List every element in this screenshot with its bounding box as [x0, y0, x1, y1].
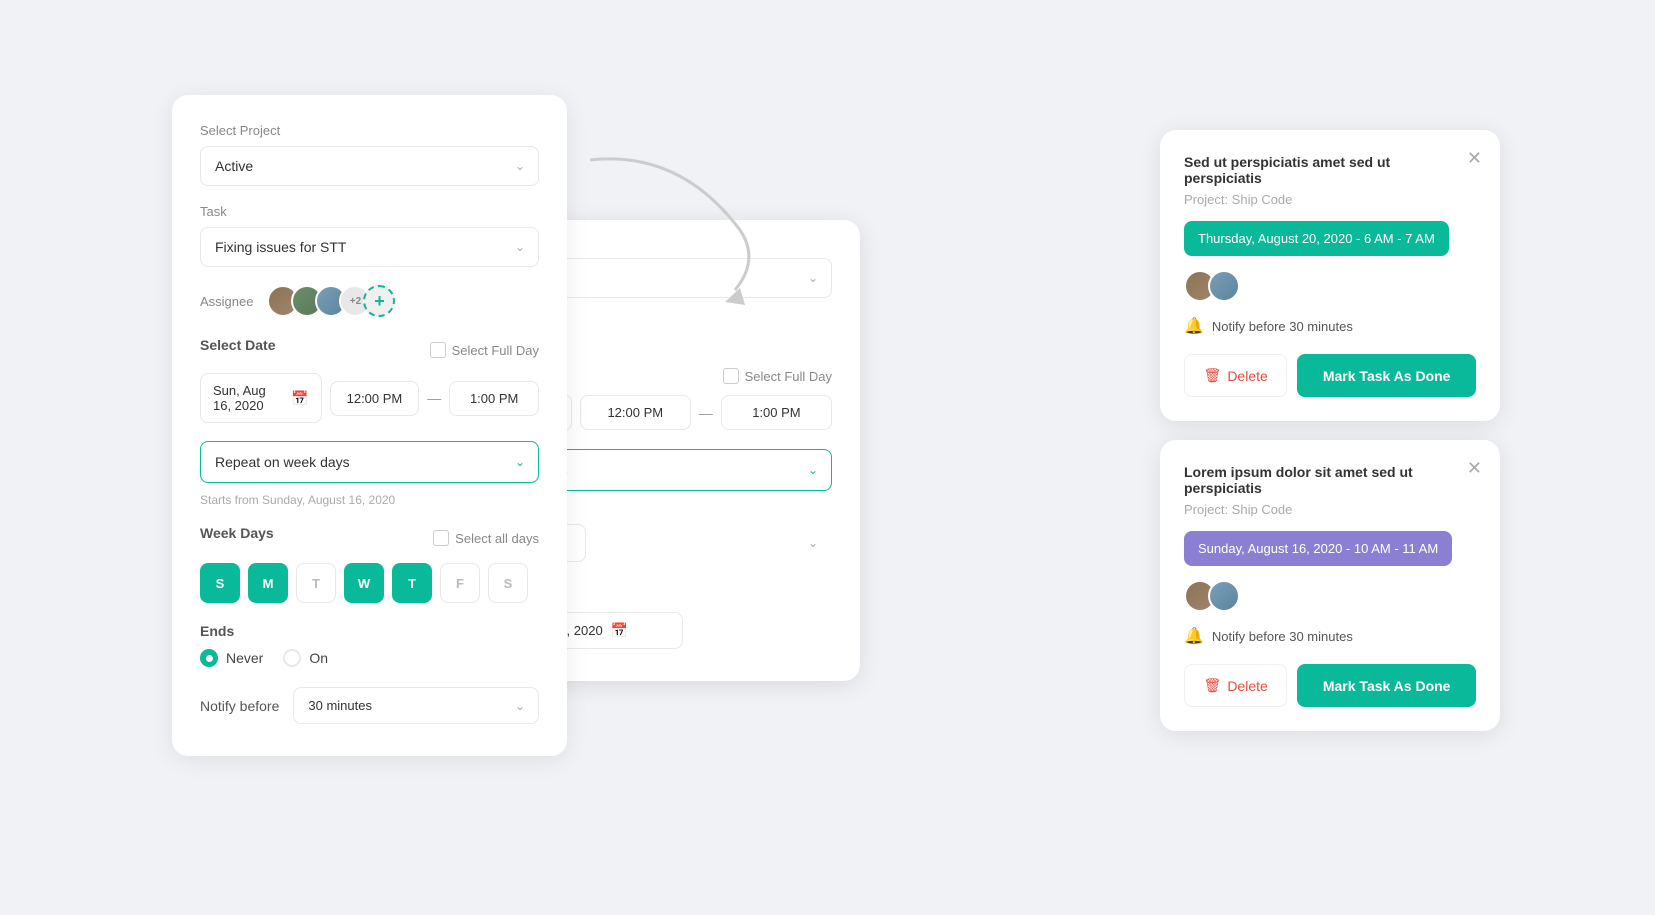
card-1-avatars [1184, 270, 1476, 302]
ends-section: Ends Never On [200, 623, 539, 667]
p2-time-end[interactable]: 1:00 PM [721, 395, 832, 430]
card-1-project: Project: Ship Code [1184, 192, 1476, 207]
card-2-project: Project: Ship Code [1184, 502, 1476, 517]
p2-dash: — [699, 405, 713, 421]
day-btn-wednesday[interactable]: W [344, 563, 384, 603]
p2-time-start-val: 12:00 PM [607, 405, 663, 420]
p2-full-day-label: Select Full Day [745, 369, 832, 384]
p2-on-cal-icon: 📅 [611, 622, 628, 639]
never-label: Never [226, 650, 263, 666]
card-1-date-badge: Thursday, August 20, 2020 - 6 AM - 7 AM [1184, 221, 1449, 256]
card-1-delete-button[interactable]: 🗑 Delete [1184, 354, 1287, 397]
never-option[interactable]: Never [200, 649, 263, 667]
task-card-2: ✕ Lorem ipsum dolor sit amet sed ut pers… [1160, 440, 1500, 731]
main-form-panel: Select Project Active ⌄ Task Fixing issu… [172, 95, 567, 756]
ends-row: Never On [200, 649, 539, 667]
date-section-title: Select Date [200, 337, 275, 353]
week-days-header: Week Days Select all days [200, 525, 539, 551]
day-btn-saturday[interactable]: S [488, 563, 528, 603]
week-days-section: Week Days Select all days S M T W T F S [200, 525, 539, 603]
project-select-wrapper: Active ⌄ [200, 146, 539, 186]
card-1-close-button[interactable]: ✕ [1467, 148, 1482, 169]
card-2-delete-button[interactable]: 🗑 Delete [1184, 664, 1287, 707]
time-end: 1:00 PM [470, 391, 518, 406]
card-2-mark-done-button[interactable]: Mark Task As Done [1297, 664, 1476, 707]
p2-full-day-box [723, 368, 739, 384]
card-1-mark-done-button[interactable]: Mark Task As Done [1297, 354, 1476, 397]
assignees-avatars: +2 + [267, 285, 395, 317]
notify-select-wrapper: 30 minutes ⌄ [293, 687, 539, 724]
ends-label: Ends [200, 623, 539, 639]
assignee-row: Assignee +2 + [200, 285, 539, 317]
card-2-date-badge: Sunday, August 16, 2020 - 10 AM - 11 AM [1184, 531, 1452, 566]
p2-full-day-checkbox[interactable]: Select Full Day [723, 368, 832, 384]
card-1-delete-icon: 🗑 [1204, 367, 1222, 384]
on-option[interactable]: On [283, 649, 328, 667]
card-1-title: Sed ut perspiciatis amet sed ut perspici… [1184, 154, 1476, 186]
card-2-delete-icon: 🗑 [1204, 677, 1222, 694]
full-day-checkbox[interactable]: Select Full Day [430, 342, 539, 358]
on-label: On [309, 650, 328, 666]
full-day-label: Select Full Day [452, 343, 539, 358]
card-1-bell-icon: 🔔 [1184, 316, 1204, 336]
never-radio [200, 649, 218, 667]
day-btn-thursday[interactable]: T [392, 563, 432, 603]
time-start-input[interactable]: 12:00 PM [330, 381, 420, 416]
day-btn-friday[interactable]: F [440, 563, 480, 603]
project-label: Select Project [200, 123, 539, 138]
card-2-bell-icon: 🔔 [1184, 626, 1204, 646]
starts-from: Starts from Sunday, August 16, 2020 [200, 493, 539, 507]
card-2-close-button[interactable]: ✕ [1467, 458, 1482, 479]
repeat-select-wrapper: Repeat on week days ⌄ [200, 441, 539, 483]
select-all-days-checkbox[interactable]: Select all days [433, 530, 539, 546]
time-end-input[interactable]: 1:00 PM [449, 381, 539, 416]
never-radio-inner [206, 655, 213, 662]
on-radio [283, 649, 301, 667]
p2-time-end-val: 1:00 PM [752, 405, 800, 420]
project-select[interactable]: Active [200, 146, 539, 186]
day-btn-sunday[interactable]: S [200, 563, 240, 603]
date-row: Sun, Aug 16, 2020 📅 12:00 PM — 1:00 PM [200, 373, 539, 423]
p2-time-start[interactable]: 12:00 PM [580, 395, 691, 430]
card-2-avatar-2 [1208, 580, 1240, 612]
date-section: Select Date Select Full Day Sun, Aug 16,… [200, 337, 539, 423]
day-btn-tuesday[interactable]: T [296, 563, 336, 603]
card-2-actions: 🗑 Delete Mark Task As Done [1184, 664, 1476, 707]
day-btn-monday[interactable]: M [248, 563, 288, 603]
task-label: Task [200, 204, 539, 219]
task-select-wrapper: Fixing issues for STT ⌄ [200, 227, 539, 267]
time-start: 12:00 PM [347, 391, 403, 406]
notify-select[interactable]: 30 minutes [293, 687, 539, 724]
card-1-avatar-2 [1208, 270, 1240, 302]
task-card-1: ✕ Sed ut perspiciatis amet sed ut perspi… [1160, 130, 1500, 421]
card-2-notify: 🔔 Notify before 30 minutes [1184, 626, 1476, 646]
repeat-select[interactable]: Repeat on week days [200, 441, 539, 483]
select-all-days-box [433, 530, 449, 546]
card-1-notify: 🔔 Notify before 30 minutes [1184, 316, 1476, 336]
task-select[interactable]: Fixing issues for STT [200, 227, 539, 267]
card-2-avatars [1184, 580, 1476, 612]
card-1-notify-text: Notify before 30 minutes [1212, 319, 1353, 334]
date-input[interactable]: Sun, Aug 16, 2020 📅 [200, 373, 322, 423]
card-2-notify-text: Notify before 30 minutes [1212, 629, 1353, 644]
notify-section: Notify before 30 minutes ⌄ [200, 687, 539, 724]
date-section-header: Select Date Select Full Day [200, 337, 539, 363]
full-day-checkbox-box [430, 342, 446, 358]
assignee-label: Assignee [200, 294, 253, 309]
select-all-label: Select all days [455, 531, 539, 546]
p2-months-arrow: ⌄ [808, 536, 818, 550]
avatar-add[interactable]: + [363, 285, 395, 317]
date-value: Sun, Aug 16, 2020 [213, 383, 283, 413]
days-row: S M T W T F S [200, 563, 539, 603]
notify-before-label: Notify before [200, 698, 279, 714]
calendar-icon: 📅 [291, 390, 308, 407]
card-2-title: Lorem ipsum dolor sit amet sed ut perspi… [1184, 464, 1476, 496]
time-dash: — [427, 390, 441, 406]
week-days-label: Week Days [200, 525, 274, 541]
card-1-actions: 🗑 Delete Mark Task As Done [1184, 354, 1476, 397]
